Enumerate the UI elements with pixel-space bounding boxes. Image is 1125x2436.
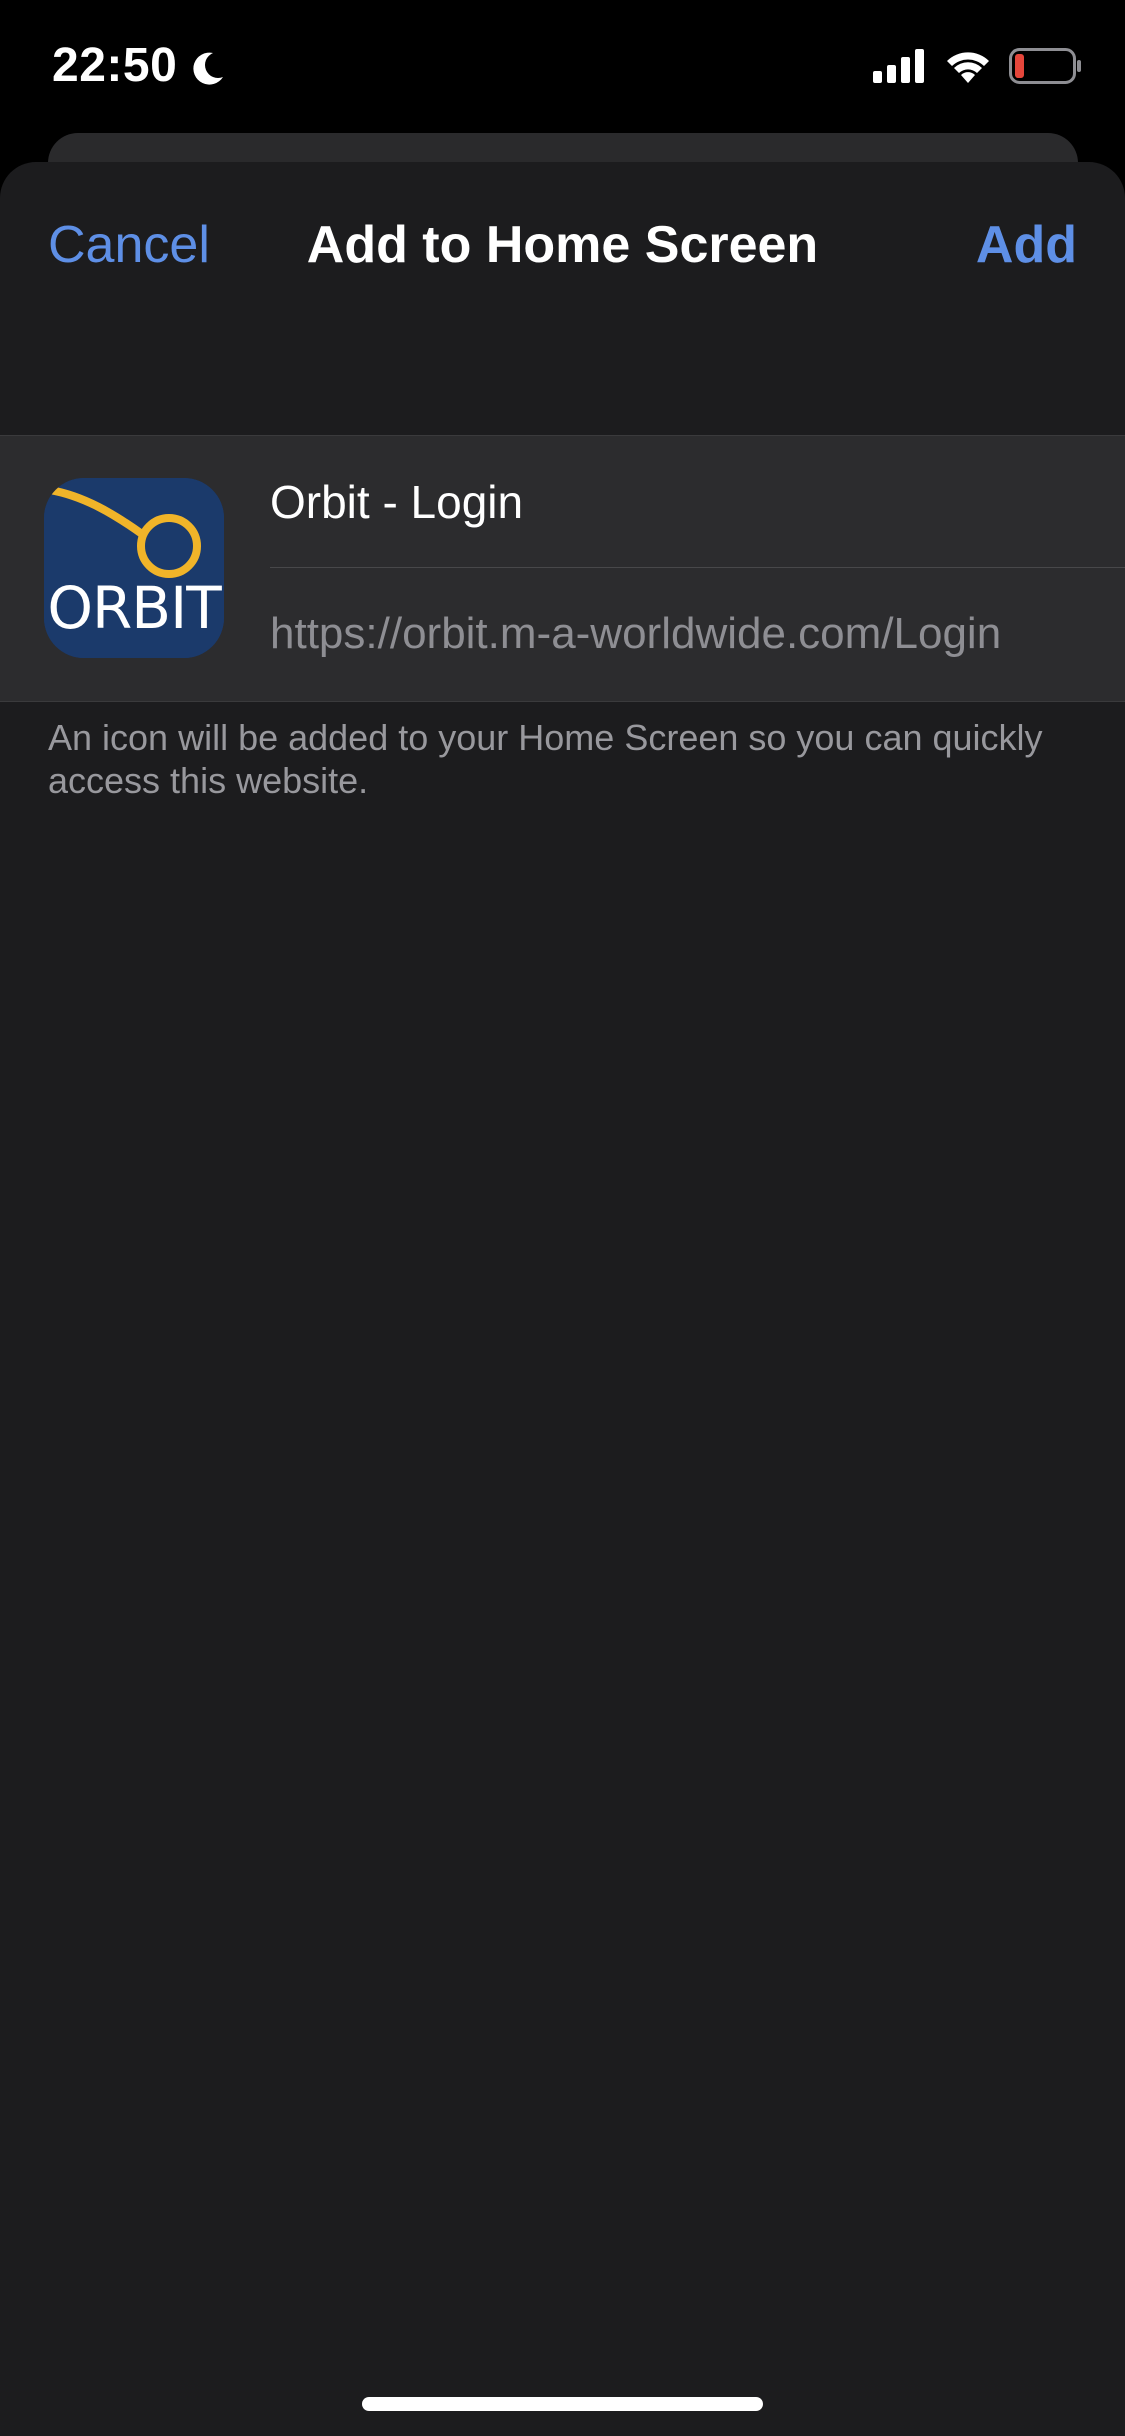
home-indicator[interactable]	[362, 2397, 763, 2411]
bookmark-url: https://orbit.m-a-worldwide.com/Login	[270, 609, 1002, 658]
cancel-button[interactable]: Cancel	[48, 215, 210, 275]
status-indicators	[873, 48, 1083, 89]
add-button[interactable]: Add	[976, 215, 1077, 275]
wifi-icon	[945, 49, 991, 88]
moon-icon	[187, 46, 227, 86]
bookmark-info-group: ORBIT Orbit - Login https://orbit.m-a-wo…	[0, 435, 1125, 702]
status-time: 22:50	[52, 38, 227, 93]
field-divider	[270, 567, 1125, 568]
cellular-signal-icon	[873, 49, 927, 88]
footer-note: An icon will be added to your Home Scree…	[48, 717, 1043, 801]
app-icon-preview: ORBIT	[44, 478, 224, 658]
status-bar: 22:50	[0, 0, 1125, 135]
bookmark-name-input[interactable]: Orbit - Login	[270, 472, 1100, 532]
app-icon-wordmark: ORBIT	[47, 574, 221, 642]
battery-icon	[1009, 48, 1083, 89]
status-time-label: 22:50	[52, 39, 178, 92]
